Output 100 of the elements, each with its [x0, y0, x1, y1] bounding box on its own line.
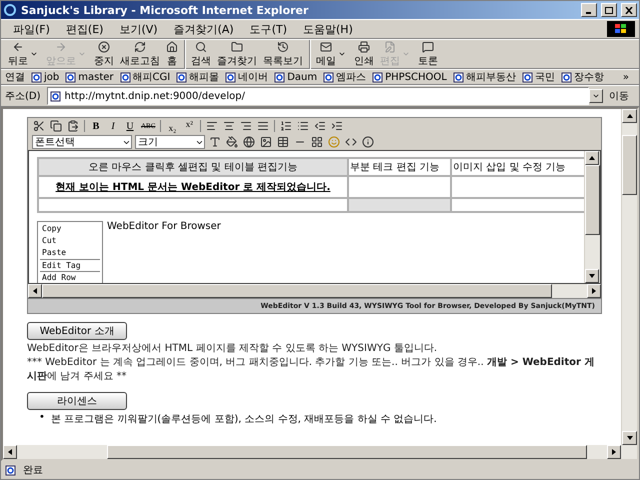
scroll-thumb[interactable] [622, 135, 637, 195]
link[interactable]: 장수항 [560, 70, 604, 84]
toolbar-button[interactable]: 새로고침 [117, 40, 163, 68]
scroll-thumb[interactable] [585, 165, 600, 235]
font-select[interactable]: 폰트선택 [32, 135, 132, 149]
list-button[interactable] [330, 119, 344, 133]
toolbar-button[interactable]: 홈 [163, 40, 181, 68]
scroll-left-button[interactable] [28, 284, 42, 298]
list-button[interactable] [279, 119, 294, 133]
scroll-left-button[interactable] [3, 445, 17, 459]
link[interactable]: 해피CGI [120, 70, 170, 84]
globe-icon [243, 136, 255, 148]
scroll-right-button[interactable] [587, 284, 601, 298]
link[interactable]: Daum [274, 72, 318, 82]
menu-item[interactable]: 즐겨찾기(A) [166, 20, 242, 38]
toolbar-button[interactable]: 메일 [309, 40, 351, 68]
scroll-thumb[interactable] [107, 445, 587, 459]
toolbar-button[interactable] [242, 135, 256, 149]
link[interactable]: job [31, 72, 60, 82]
down-triangle-icon [589, 273, 595, 279]
align-icon [257, 120, 270, 132]
caret-icon [338, 50, 346, 58]
toolbar-button[interactable] [32, 119, 46, 133]
bullet-text: 본 프로그램은 끼워팔기(솔루션등에 포함), 소스의 수정, 재배포등을 하실 수 없습니다. [50, 413, 437, 426]
link[interactable]: 네이버 [225, 70, 268, 84]
link[interactable]: master [65, 72, 114, 82]
format-button[interactable]: I [106, 119, 120, 133]
toolbar-button[interactable]: 즐겨찾기 [214, 40, 260, 68]
more-links[interactable]: » [622, 72, 629, 82]
toolbar-button[interactable] [310, 135, 324, 149]
align-button[interactable] [205, 119, 220, 133]
page-icon [522, 72, 533, 82]
script-button[interactable]: x₂ [165, 119, 180, 133]
align-icon [223, 120, 236, 132]
toolbar-button[interactable] [208, 135, 222, 149]
scroll-up-button[interactable] [622, 109, 637, 123]
address-dropdown-button[interactable] [589, 89, 603, 103]
page-icon [5, 464, 16, 476]
section-heading: 라이센스 [27, 392, 127, 410]
page-icon [120, 72, 131, 82]
list-button[interactable] [313, 119, 328, 133]
indent-icon [314, 120, 326, 132]
paint-bucket-icon [226, 136, 238, 148]
script-button[interactable]: x² [182, 119, 196, 133]
close-button[interactable] [621, 3, 637, 17]
toolbar-button[interactable]: 목록보기 [260, 40, 306, 68]
scroll-up-button[interactable] [585, 151, 599, 165]
menu-item[interactable]: 도움말(H) [295, 20, 361, 38]
toolbar-button[interactable]: 검색 [184, 40, 214, 68]
paragraph: *** WebEditor 는 계속 업그레이드 중이며, 버그 패치중입니다. 추가할 기능 또는.. 버그가 있을 경우.. 개발 > WebEditor 게시판에 남겨 주세요 ** [27, 356, 596, 384]
menu-item[interactable]: 파일(F) [5, 20, 58, 38]
format-button[interactable]: B [89, 119, 103, 133]
go-button[interactable]: 이동 [609, 89, 629, 103]
align-icon [206, 120, 218, 132]
link[interactable]: 해피몰 [176, 70, 220, 84]
link[interactable]: PHPSCHOOL [372, 72, 447, 82]
toolbar-button[interactable]: 토론 [415, 40, 441, 68]
toolbar-button[interactable]: 인쇄 [351, 40, 377, 68]
link[interactable]: 해피부동산 [452, 70, 516, 84]
align-button[interactable] [256, 119, 270, 133]
table-cell: 이미지 삽입 및 수정 기능 [451, 158, 584, 176]
left-triangle-icon [7, 449, 13, 455]
toolbar-button[interactable] [361, 135, 375, 149]
status-text: 완료 [22, 464, 44, 477]
scroll-down-button[interactable] [585, 269, 599, 283]
smiley-icon [328, 136, 340, 148]
maximize-button[interactable] [601, 3, 617, 17]
scroll-down-button[interactable] [622, 431, 637, 445]
link[interactable]: 국민 [522, 70, 555, 84]
menu-item[interactable]: Cut [40, 235, 100, 247]
refresh-icon [134, 40, 146, 52]
history-icon [277, 40, 289, 52]
toolbar-button[interactable] [259, 135, 273, 149]
toolbar-button[interactable] [66, 119, 80, 133]
format-button[interactable]: U [123, 119, 137, 133]
menu-item[interactable]: Copy [40, 223, 100, 235]
menu-item[interactable]: Edit Tag [40, 259, 100, 271]
menu-item[interactable]: 도구(T) [242, 20, 295, 38]
left-triangle-icon [32, 288, 38, 294]
scissors-icon [33, 120, 45, 132]
align-button[interactable] [239, 119, 254, 133]
menu-item[interactable]: 편집(E) [58, 20, 112, 38]
code-icon [345, 136, 357, 148]
minimize-button[interactable] [581, 3, 597, 17]
link[interactable]: 엠파스 [323, 70, 366, 84]
toolbar-button[interactable] [225, 135, 239, 149]
info-icon [362, 136, 374, 148]
toolbar-button[interactable]: 뒤로 [5, 40, 43, 68]
toolbar-button[interactable]: 중지 [91, 40, 117, 68]
toolbar-button[interactable] [276, 135, 290, 149]
menu-item[interactable]: Add Row [40, 271, 100, 283]
size-select[interactable]: 크기 [135, 135, 205, 149]
menu-item[interactable]: Paste [40, 247, 100, 259]
address-field[interactable]: http://mytnt.dnip.net:9000/develop/ [46, 87, 589, 105]
scroll-thumb[interactable] [42, 284, 552, 298]
list-icon [280, 120, 292, 132]
scroll-right-button[interactable] [607, 445, 621, 459]
toolbar-button[interactable] [49, 119, 63, 133]
menu-item[interactable]: 보기(V) [111, 20, 166, 38]
align-button[interactable] [222, 119, 236, 133]
